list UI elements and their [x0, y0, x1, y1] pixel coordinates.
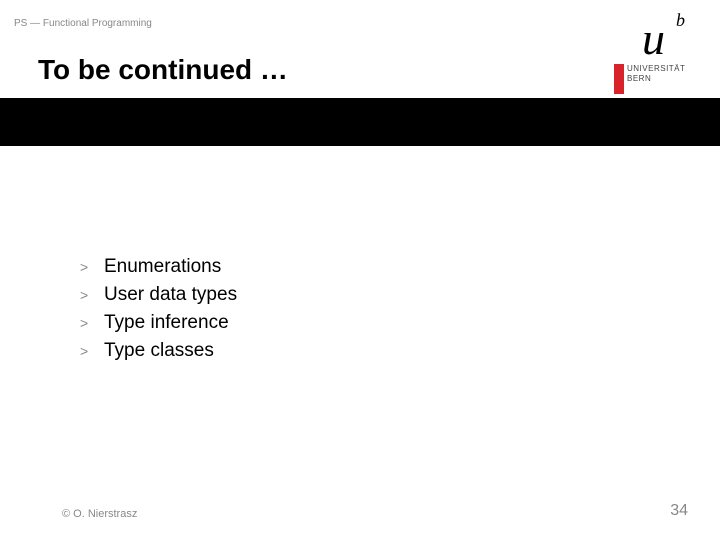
footer-page-number: 34	[670, 502, 688, 520]
logo-red-bar	[614, 64, 624, 94]
content-list: > Enumerations > User data types > Type …	[80, 256, 237, 368]
bullet-marker: >	[80, 287, 104, 303]
bullet-marker: >	[80, 259, 104, 275]
university-logo: u b UNIVERSITÄT BERN	[614, 8, 692, 96]
list-item-text: User data types	[104, 284, 237, 306]
logo-line2: BERN	[627, 74, 685, 84]
slide-title: To be continued …	[38, 54, 288, 86]
list-item-text: Type classes	[104, 340, 214, 362]
list-item-text: Enumerations	[104, 256, 221, 278]
breadcrumb: PS — Functional Programming	[14, 18, 152, 29]
logo-letter-b: b	[676, 10, 685, 31]
list-item-text: Type inference	[104, 312, 229, 334]
logo-line1: UNIVERSITÄT	[627, 64, 685, 74]
logo-letter-u: u	[642, 12, 665, 65]
title-underline-bar	[0, 98, 720, 146]
bullet-marker: >	[80, 315, 104, 331]
footer-copyright: © O. Nierstrasz	[62, 508, 137, 520]
list-item: > Type inference	[80, 312, 237, 334]
logo-text: UNIVERSITÄT BERN	[627, 64, 685, 85]
list-item: > Type classes	[80, 340, 237, 362]
list-item: > User data types	[80, 284, 237, 306]
slide: PS — Functional Programming u b UNIVERSI…	[0, 0, 720, 540]
list-item: > Enumerations	[80, 256, 237, 278]
bullet-marker: >	[80, 343, 104, 359]
